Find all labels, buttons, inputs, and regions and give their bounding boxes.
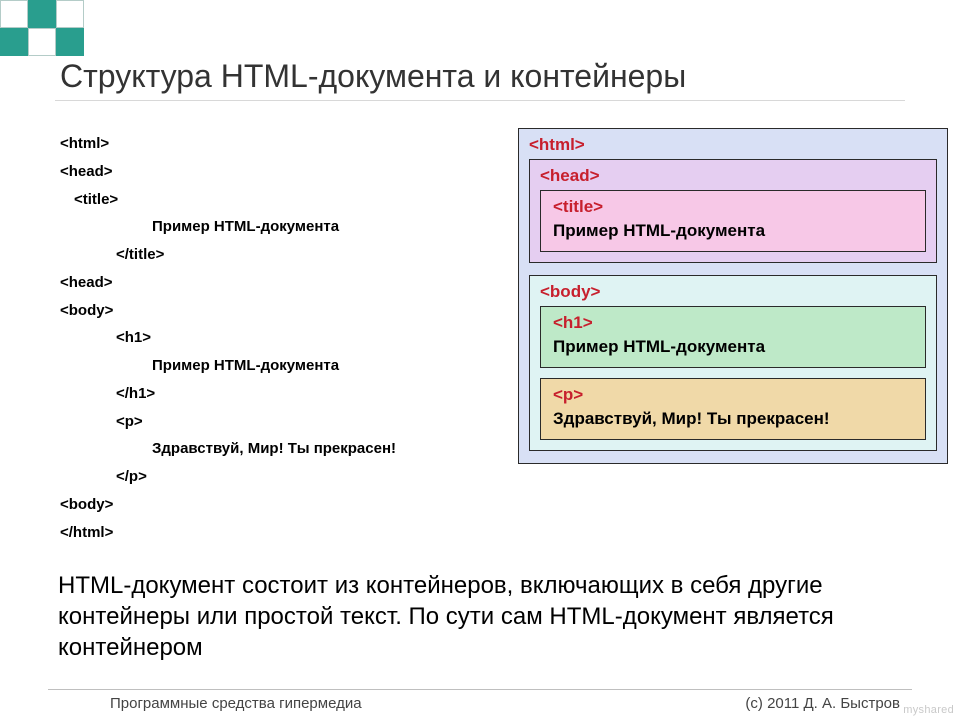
box-p: <p> Здравствуй, Мир! Ты прекрасен! [540,378,926,440]
logo-square [0,0,28,28]
logo-square [28,0,56,28]
tag-label-h1: <h1> [553,313,913,333]
p-text: Здравствуй, Мир! Ты прекрасен! [553,409,913,429]
box-head: <head> <title> Пример HTML-документа [529,159,937,263]
code-line: <head> [60,269,396,297]
tag-label-body: <body> [540,282,926,302]
code-line: Пример HTML-документа [152,213,396,241]
box-html: <html> <head> <title> Пример HTML-докуме… [518,128,948,464]
footer-right-text: (с) 2011 Д. А. Быстров [745,695,900,712]
code-line: </p> [116,463,396,491]
logo-squares [0,0,84,56]
box-h1: <h1> Пример HTML-документа [540,306,926,368]
box-title: <title> Пример HTML-документа [540,190,926,252]
h1-text: Пример HTML-документа [553,337,913,357]
code-line: </html> [60,519,396,547]
logo-square [56,28,84,56]
explanatory-paragraph: HTML-документ состоит из контейнеров, вк… [58,570,918,664]
logo-square [28,28,56,56]
code-line: <html> [60,130,396,158]
html-source-listing: <html> <head> <title> Пример HTML-докуме… [60,130,396,546]
code-line: <h1> [116,324,396,352]
code-line: <head> [60,158,396,186]
slide-title: Структура HTML-документа и контейнеры [60,58,686,95]
code-line: Пример HTML-документа [152,352,396,380]
code-line: </h1> [116,380,396,408]
tag-label-html: <html> [529,135,937,155]
watermark: myshared [903,704,954,716]
code-line: <body> [60,297,396,325]
logo-square [56,0,84,28]
tag-label-p: <p> [553,385,913,405]
code-line: <title> [74,186,396,214]
code-line: <body> [60,491,396,519]
logo-square [0,28,28,56]
footer-left-text: Программные средства гипермедиа [110,695,362,712]
code-line: </title> [116,241,396,269]
code-line: Здравствуй, Мир! Ты прекрасен! [152,435,396,463]
box-body: <body> <h1> Пример HTML-документа <p> Зд… [529,275,937,451]
title-text: Пример HTML-документа [553,221,913,241]
code-line: <p> [116,408,396,436]
title-underline [55,100,905,101]
container-diagram: <html> <head> <title> Пример HTML-докуме… [518,128,948,464]
tag-label-title: <title> [553,197,913,217]
tag-label-head: <head> [540,166,926,186]
footer-separator [48,689,912,690]
